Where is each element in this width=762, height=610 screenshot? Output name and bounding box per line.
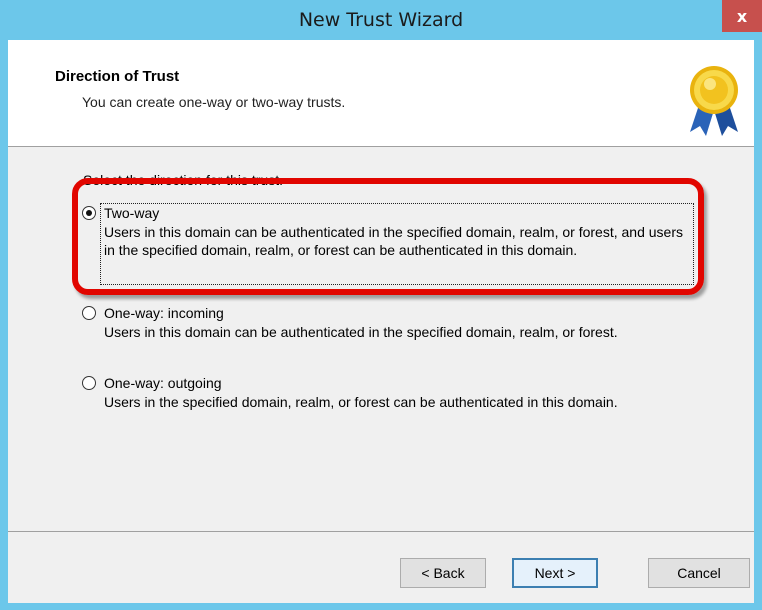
wizard-body: Select the direction for this trust. Two…	[8, 147, 754, 531]
page-subtitle: You can create one-way or two-way trusts…	[82, 94, 346, 110]
option-label: One-way: outgoing	[104, 375, 222, 391]
title-bar[interactable]: New Trust Wizard x	[0, 0, 762, 40]
option-description: Users in the specified domain, realm, or…	[104, 394, 618, 410]
page-title: Direction of Trust	[55, 68, 180, 85]
close-button[interactable]: x	[722, 0, 762, 32]
window-title: New Trust Wizard	[298, 9, 464, 31]
radio-one-way-outgoing[interactable]	[82, 376, 96, 390]
radio-one-way-incoming[interactable]	[82, 306, 96, 320]
next-button[interactable]: Next >	[512, 558, 598, 588]
red-highlight-annotation	[72, 178, 704, 295]
wizard-window: New Trust Wizard x Direction of Trust Yo…	[0, 0, 762, 610]
wizard-footer: < Back Next > Cancel	[8, 531, 754, 603]
cancel-button[interactable]: Cancel	[648, 558, 750, 588]
award-ribbon-icon	[690, 66, 738, 136]
option-label: One-way: incoming	[104, 305, 224, 321]
back-button[interactable]: < Back	[400, 558, 486, 588]
wizard-header: Direction of Trust You can create one-wa…	[8, 40, 754, 147]
option-description: Users in this domain can be authenticate…	[104, 324, 618, 340]
